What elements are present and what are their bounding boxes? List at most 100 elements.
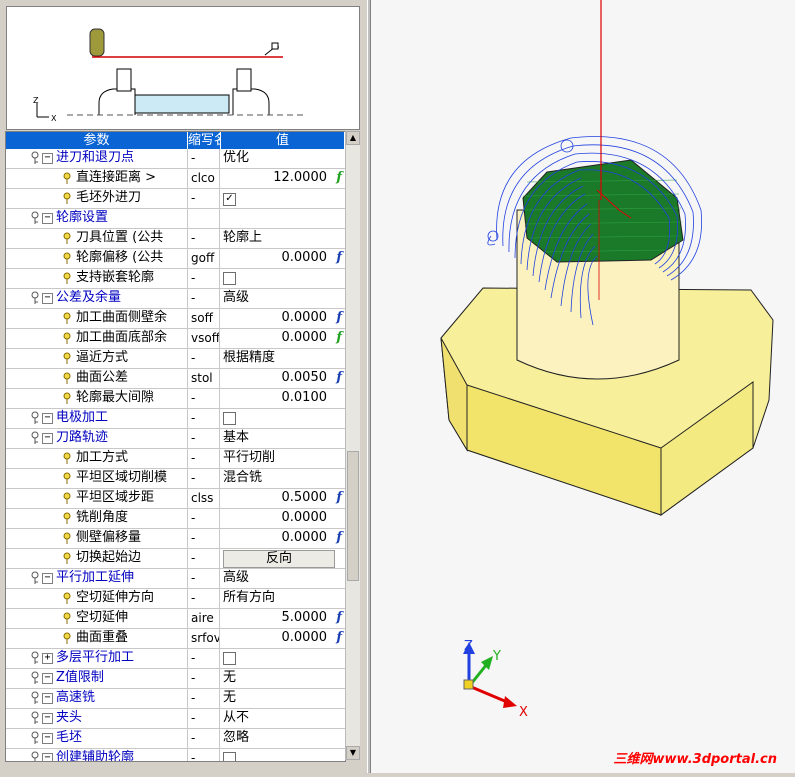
minus-icon[interactable]: − (42, 733, 53, 744)
minus-icon[interactable]: − (42, 573, 53, 584)
table-row[interactable]: 加工曲面底部余 vsoff 0.0000 f (6, 329, 345, 349)
value-cell[interactable]: 所有方向 (220, 589, 345, 608)
minus-icon[interactable]: − (42, 673, 53, 684)
abbreviation-cell: - (188, 569, 220, 588)
table-row[interactable]: 铣削角度 - 0.0000 (6, 509, 345, 529)
value-cell[interactable]: 基本 (220, 429, 345, 448)
scroll-down-icon[interactable]: ▼ (346, 746, 360, 760)
value-cell[interactable]: 无 (220, 669, 345, 688)
value-cell[interactable] (220, 749, 345, 761)
value-cell[interactable] (220, 209, 345, 228)
table-row[interactable]: 直连接距离 > clco 12.0000 f (6, 169, 345, 189)
group-row[interactable]: + 多层平行加工 - (6, 649, 345, 669)
value-cell[interactable] (220, 269, 345, 288)
value-button[interactable]: 反向 (223, 550, 335, 568)
table-row[interactable]: 空切延伸方向 - 所有方向 (6, 589, 345, 609)
group-row[interactable]: − 公差及余量 - 高级 (6, 289, 345, 309)
table-row[interactable]: 轮廓最大间隙 - 0.0100 (6, 389, 345, 409)
table-row[interactable]: 刀具位置 (公共 - 轮廓上 (6, 229, 345, 249)
value-cell[interactable]: 根据精度 (220, 349, 345, 368)
function-icon[interactable]: f (336, 529, 342, 547)
value-cell[interactable]: 无 (220, 689, 345, 708)
group-row[interactable]: − 创建辅助轮廓 - (6, 749, 345, 761)
group-row[interactable]: − 电极加工 - (6, 409, 345, 429)
value-cell[interactable]: 0.5000 f (220, 489, 345, 508)
table-row[interactable]: 平坦区域步距 clss 0.5000 f (6, 489, 345, 509)
value-checkbox[interactable] (223, 752, 236, 761)
minus-icon[interactable]: − (42, 293, 53, 304)
group-row[interactable]: − 刀路轨迹 - 基本 (6, 429, 345, 449)
value-cell[interactable]: 忽略 (220, 729, 345, 748)
function-icon[interactable]: f (336, 369, 342, 387)
value-cell[interactable]: 高级 (220, 569, 345, 588)
parameter-label: 空切延伸 (76, 610, 129, 625)
table-row[interactable]: 空切延伸 aire 5.0000 f (6, 609, 345, 629)
group-row[interactable]: − 毛坯 - 忽略 (6, 729, 345, 749)
value-cell[interactable]: 0.0000 f (220, 249, 345, 268)
value-cell[interactable]: 0.0100 (220, 389, 345, 408)
minus-icon[interactable]: − (42, 693, 53, 704)
value-cell[interactable]: 优化 (220, 149, 345, 168)
minus-icon[interactable]: − (42, 713, 53, 724)
value-cell[interactable]: 从不 (220, 709, 345, 728)
value-cell[interactable]: 12.0000 f (220, 169, 345, 188)
value-cell[interactable] (220, 409, 345, 428)
value-cell[interactable]: 0.0000 f (220, 629, 345, 648)
key-icon (62, 491, 72, 505)
value-cell[interactable]: 反向 (220, 549, 345, 568)
value-cell[interactable]: 0.0000 f (220, 329, 345, 348)
function-icon[interactable]: f (336, 169, 342, 187)
plus-icon[interactable]: + (42, 653, 53, 664)
table-row[interactable]: 平坦区域切削模 - 混合铣 (6, 469, 345, 489)
value-cell[interactable]: 0.0000 f (220, 529, 345, 548)
value-cell[interactable]: 5.0000 f (220, 609, 345, 628)
minus-icon[interactable]: − (42, 413, 53, 424)
value-cell[interactable]: ✓ (220, 189, 345, 208)
group-row[interactable]: − 高速铣 - 无 (6, 689, 345, 709)
function-icon[interactable]: f (336, 249, 342, 267)
value-checkbox[interactable]: ✓ (223, 193, 236, 206)
value-cell[interactable]: 0.0000 f (220, 309, 345, 328)
group-row[interactable]: − Z值限制 - 无 (6, 669, 345, 689)
table-row[interactable]: 曲面重叠 srfov 0.0000 f (6, 629, 345, 649)
function-icon[interactable]: f (336, 309, 342, 327)
value-checkbox[interactable] (223, 412, 236, 425)
function-icon[interactable]: f (336, 489, 342, 507)
value-cell[interactable] (220, 649, 345, 668)
value-cell[interactable]: 0.0000 (220, 509, 345, 528)
header-value[interactable]: 值 (221, 132, 345, 149)
table-row[interactable]: 轮廓偏移 (公共 goff 0.0000 f (6, 249, 345, 269)
table-row[interactable]: 加工方式 - 平行切削 (6, 449, 345, 469)
table-row[interactable]: 逼近方式 - 根据精度 (6, 349, 345, 369)
3d-viewport[interactable]: X Y Z 三维网www.3dportal.cn (371, 0, 795, 773)
minus-icon[interactable]: − (42, 433, 53, 444)
table-row[interactable]: 侧壁偏移量 - 0.0000 f (6, 529, 345, 549)
value-checkbox[interactable] (223, 652, 236, 665)
table-row[interactable]: 切换起始边 - 反向 (6, 549, 345, 569)
scroll-up-icon[interactable]: ▲ (346, 131, 360, 145)
function-icon[interactable]: f (336, 609, 342, 627)
table-row[interactable]: 支持嵌套轮廓 - (6, 269, 345, 289)
function-icon[interactable]: f (336, 329, 342, 347)
value-cell[interactable]: 混合铣 (220, 469, 345, 488)
group-row[interactable]: − 进刀和退刀点 - 优化 (6, 149, 345, 169)
value-cell[interactable]: 高级 (220, 289, 345, 308)
group-row[interactable]: − 夹头 - 从不 (6, 709, 345, 729)
table-row[interactable]: 加工曲面侧壁余 soff 0.0000 f (6, 309, 345, 329)
value-cell[interactable]: 0.0050 f (220, 369, 345, 388)
minus-icon[interactable]: − (42, 153, 53, 164)
table-row[interactable]: 曲面公差 stol 0.0050 f (6, 369, 345, 389)
value-cell[interactable]: 平行切削 (220, 449, 345, 468)
table-row[interactable]: 毛坯外进刀 - ✓ (6, 189, 345, 209)
header-abbreviation[interactable]: 缩写名 (188, 132, 221, 149)
group-row[interactable]: − 轮廓设置 (6, 209, 345, 229)
function-icon[interactable]: f (336, 629, 342, 647)
vertical-scrollbar[interactable]: ▲ ▼ (345, 131, 360, 760)
group-row[interactable]: − 平行加工延伸 - 高级 (6, 569, 345, 589)
minus-icon[interactable]: − (42, 213, 53, 224)
value-cell[interactable]: 轮廓上 (220, 229, 345, 248)
scroll-thumb[interactable] (347, 451, 359, 581)
minus-icon[interactable]: − (42, 753, 53, 761)
header-parameter[interactable]: 参数 (6, 132, 188, 149)
value-checkbox[interactable] (223, 272, 236, 285)
